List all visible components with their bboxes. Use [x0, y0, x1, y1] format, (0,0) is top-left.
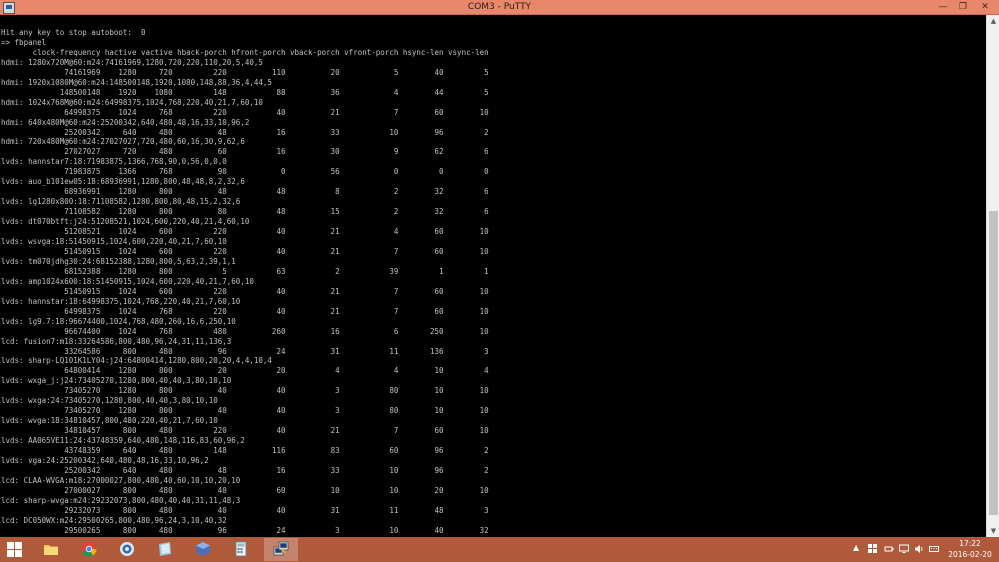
terminal-line: hdmi: 640x480M@60:m24:25200342,640,480,4… — [1, 117, 250, 127]
scrollbar-thumb[interactable] — [989, 211, 998, 516]
display-icon[interactable] — [899, 544, 909, 554]
terminal-line: 51450915 1024 600 220 40 21 7 60 10 — [64, 286, 489, 296]
vertical-scrollbar[interactable]: ▲ ▼ — [986, 15, 999, 537]
terminal-line: lvds: wvga:18:34810457,800,480,220,40,21… — [1, 416, 218, 426]
terminal-line: 51208521 1024 600 220 40 21 4 60 10 — [64, 227, 489, 237]
terminal-line: lvds: auo_b101ew05:18:68936991,1280,800,… — [1, 177, 245, 187]
taskbar-putty[interactable] — [264, 538, 298, 561]
terminal-line: lvds: wxga_j:j24:73405270,1280,800,40,40… — [1, 376, 232, 386]
system-clock[interactable]: 17:22 2016-02-20 — [944, 538, 996, 560]
terminal-line: lvds: hannstar7:18:71983875,1366,768,90,… — [1, 157, 227, 167]
chrome-icon — [81, 541, 97, 557]
terminal-line: lvds: hannstar:18:64998375,1024,768,220,… — [1, 296, 241, 306]
terminal-line: lvds: sharp-LQ101K1LY04:j24:64800414,128… — [1, 356, 272, 366]
minimize-button[interactable]: — — [932, 0, 954, 14]
terminal-line: hdmi: 1280x720M@60:m24:74161969,1280,720… — [1, 57, 263, 67]
clock-time: 17:22 — [959, 539, 981, 548]
terminal-line: Hit any key to stop autoboot: 0 — [1, 28, 146, 37]
terminal-line: lvds: tm070jdhg30:24:68152388,1280,800,5… — [1, 256, 236, 266]
terminal-line: 64998375 1024 768 220 40 21 7 60 10 — [64, 306, 489, 316]
terminal-line: 43748359 640 480 148 116 83 60 96 2 — [64, 446, 489, 456]
outlook-icon — [120, 542, 134, 556]
taskbar-chrome[interactable] — [72, 538, 106, 561]
terminal-line: 96674400 1024 768 480 260 16 6 250 10 — [64, 326, 489, 336]
terminal-line: lvds: wsvga:18:51450915,1024,600,220,40,… — [1, 237, 227, 247]
terminal-line: hdmi: 720x480M@60:m24:27027027,720,480,6… — [1, 137, 245, 147]
terminal-line: lcd: fusion7:m18:33264586,800,480,96,24,… — [1, 336, 232, 346]
terminal-line: 34810457 800 480 220 40 21 7 60 10 — [64, 426, 489, 436]
terminal-line: 27027027 720 480 60 16 30 9 62 6 — [64, 147, 489, 157]
terminal-line: 25200342 640 480 48 16 33 10 96 2 — [64, 465, 489, 475]
close-button[interactable]: ✕ — [974, 0, 996, 14]
terminal-line: 68152388 1280 800 5 63 2 39 1 1 — [64, 266, 489, 276]
terminal-line: lcd: CLAA-WVGA:m18:27000027,800,480,40,6… — [1, 475, 241, 485]
keyboard-icon[interactable] — [929, 544, 939, 554]
taskbar-calculator[interactable] — [224, 538, 258, 561]
power-icon[interactable] — [884, 544, 894, 554]
terminal-line: => fbpanel — [1, 37, 47, 47]
terminal-line: lvds: lg9.7:18:96674400,1024,768,480,260… — [1, 316, 236, 326]
terminal-line: clock-frequency hactive vactive hback-po… — [32, 47, 489, 57]
book-icon — [159, 542, 171, 556]
putty-icon — [273, 541, 289, 556]
terminal-line: 29232073 800 480 40 40 31 11 48 3 — [64, 505, 489, 515]
terminal-line: 148500148 1920 1080 148 88 36 4 44 5 — [59, 87, 489, 97]
maximize-button[interactable]: ❐ — [952, 0, 974, 14]
window-titlebar[interactable]: COM3 - PuTTY — ❐ ✕ — [0, 0, 999, 15]
clock-date: 2016-02-20 — [948, 550, 992, 559]
terminal-line: 74161969 1280 720 220 110 20 5 40 5 — [64, 67, 489, 77]
terminal-line: lvds: wxga:24:73405270,1280,800,40,40,3,… — [1, 396, 218, 406]
terminal-line: 27000027 800 480 40 60 10 10 20 10 — [64, 485, 489, 495]
folder-icon — [44, 545, 58, 555]
terminal-line: lvds: amp1024x600:18:51450915,1024,600,2… — [1, 276, 254, 286]
terminal-line: lcd: DC050WX:m24:29500265,800,480,96,24,… — [1, 515, 227, 525]
taskbar: ▲ 17:22 2016-02-20 — [0, 537, 999, 562]
terminal-line: 71983875 1366 768 90 0 56 0 0 0 — [64, 167, 489, 177]
terminal-line: lvds: AA065VE11:24:43748359,640,480,148,… — [1, 436, 245, 446]
terminal-line: 51450915 1024 600 220 40 21 7 60 10 — [64, 246, 489, 256]
taskbar-file-explorer[interactable] — [34, 538, 68, 561]
taskbar-virtualbox[interactable] — [186, 538, 220, 561]
start-button[interactable] — [0, 538, 34, 561]
terminal-line: 64998375 1024 768 220 40 21 7 60 10 — [64, 107, 489, 117]
terminal-line: lvds: lg1280x800:18:71108582,1280,800,80… — [1, 197, 241, 207]
terminal-line: lcd: sharp-wvga:m24:29232073,800,480,40,… — [1, 495, 241, 505]
window-title: COM3 - PuTTY — [467, 2, 532, 12]
terminal-line: 68936991 1280 800 48 48 8 2 32 6 — [64, 187, 489, 197]
terminal-line: hdmi: 1920x1080M@60:m24:148500148,1920,1… — [1, 77, 272, 87]
windows-logo-icon — [7, 542, 23, 558]
tray-overflow-arrow[interactable]: ▲ — [853, 543, 859, 552]
terminal-line: lvds: dt070btft:j24:51208521,1024,600,22… — [1, 217, 250, 227]
terminal-line: 73405270 1280 800 40 40 3 80 10 10 — [64, 386, 489, 396]
terminal-line: hdmi: 1024x768M@60:m24:64998375,1024,768… — [1, 97, 263, 107]
terminal-line: 71108582 1280 800 80 48 15 2 32 6 — [64, 207, 489, 217]
virtualbox-icon — [196, 542, 210, 556]
terminal-line: lvds: vga:24:25200342,640,480,48,16,33,1… — [1, 455, 209, 465]
terminal-line: 25200342 640 480 48 16 33 10 96 2 — [64, 127, 489, 137]
scroll-down-button[interactable]: ▼ — [987, 525, 999, 537]
terminal-output: Hit any key to stop autoboot: 0 => fbpan… — [1, 28, 489, 536]
scroll-up-button[interactable]: ▲ — [987, 15, 999, 27]
taskbar-app[interactable] — [148, 538, 182, 561]
terminal-area[interactable]: Hit any key to stop autoboot: 0 => fbpan… — [0, 15, 986, 537]
terminal-line: 73405270 1280 800 40 40 3 80 10 10 — [64, 406, 489, 416]
terminal-line: 33264586 800 480 96 24 31 11 136 3 — [64, 346, 489, 356]
network-flag-icon[interactable] — [868, 544, 878, 554]
terminal-line: 29500265 800 480 96 24 3 10 40 32 — [64, 525, 489, 535]
taskbar-outlook[interactable] — [110, 538, 144, 561]
calculator-icon — [235, 541, 247, 557]
terminal-line: 64800414 1280 800 20 20 4 4 10 4 — [64, 366, 489, 376]
volume-icon[interactable] — [914, 544, 924, 554]
